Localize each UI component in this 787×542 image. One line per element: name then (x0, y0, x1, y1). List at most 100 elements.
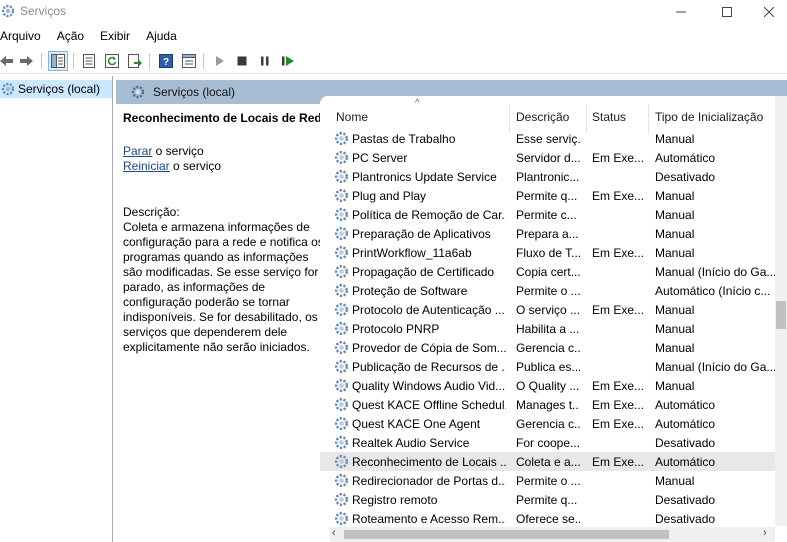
service-description-cell: Esse serviç... (516, 132, 580, 146)
table-row[interactable]: Quality Windows Audio Vid... O Quality ..… (320, 376, 775, 395)
help-button[interactable]: ? (156, 51, 176, 71)
table-row[interactable]: Reconhecimento de Locais ... Coleta e a..… (320, 452, 775, 471)
window-title: Serviços (20, 4, 67, 18)
column-description[interactable]: Descrição (511, 110, 586, 128)
restart-service-link[interactable]: Reiniciar (123, 159, 170, 173)
horizontal-scrollbar[interactable]: ‹ › (330, 527, 775, 542)
service-gear-icon (334, 340, 349, 355)
service-startup-cell: Manual (655, 379, 695, 393)
table-row[interactable]: Preparação de Aplicativos Prepara a... Man… (320, 224, 775, 243)
service-description-cell: Prepara a... (516, 227, 579, 241)
scroll-left-icon[interactable]: ‹ (332, 527, 336, 539)
maximize-button[interactable] (704, 0, 750, 24)
pause-service-button[interactable] (255, 51, 275, 71)
menu-bar: Arquivo Ação Exibir Ajuda (0, 26, 787, 46)
selected-service-name: Reconhecimento de Locais de Rede (123, 111, 323, 125)
tree-node-services-local[interactable]: Serviços (local) (0, 80, 112, 98)
table-row[interactable]: Registro remoto Permite q... Desativado (320, 490, 775, 509)
table-row[interactable]: Plantronics Update Service Plantronic... D… (320, 167, 775, 186)
service-name-cell: Roteamento e Acesso Rem... (352, 512, 506, 526)
table-row[interactable]: Pastas de Trabalho Esse serviç... Manual (320, 129, 775, 148)
toolbar: ? (0, 48, 787, 74)
table-row[interactable]: Realtek Audio Service For coope... Desativ… (320, 433, 775, 452)
service-description-cell: Gerencia c... (516, 417, 580, 431)
service-name-cell: Registro remoto (352, 493, 438, 507)
table-row[interactable]: Proteção de Software Permite o ... Automát… (320, 281, 775, 300)
service-gear-icon (334, 416, 349, 431)
export-list-button[interactable] (125, 51, 145, 71)
back-button[interactable] (0, 51, 16, 71)
menu-ajuda[interactable]: Ajuda (146, 26, 185, 46)
stop-service-link[interactable]: Parar (123, 144, 152, 158)
properties-button[interactable] (79, 51, 99, 71)
service-gear-icon (334, 302, 349, 317)
service-description-cell: Permite q... (516, 493, 578, 507)
service-startup-cell: Manual (655, 246, 695, 260)
service-startup-cell: Desativado (655, 436, 716, 450)
table-row[interactable]: Plug and Play Permite q... Em Exe... Manual (320, 186, 775, 205)
scroll-right-icon[interactable]: › (763, 527, 767, 539)
gear-icon (1, 82, 15, 96)
table-row[interactable]: Propagação de Certificado Copia cert... Ma… (320, 262, 775, 281)
forward-button[interactable] (17, 51, 37, 71)
service-gear-icon (334, 169, 349, 184)
service-startup-cell: Desativado (655, 170, 716, 184)
menu-acao[interactable]: Ação (57, 26, 92, 46)
service-description-cell: Oferece se... (516, 512, 580, 526)
table-row[interactable]: Protocolo PNRP Habilita a ... Manual (320, 319, 775, 338)
service-startup-cell: Manual (655, 303, 695, 317)
restart-suffix: o serviço (169, 159, 222, 173)
table-row[interactable]: Roteamento e Acesso Rem... Oferece se... D… (320, 509, 775, 528)
gear-icon (131, 85, 145, 99)
service-startup-cell: Automático (655, 455, 716, 469)
service-description-cell: Permite o ... (516, 284, 580, 298)
minimize-button[interactable] (658, 0, 704, 24)
menu-arquivo[interactable]: Arquivo (0, 26, 49, 46)
service-startup-cell: Manual (655, 189, 695, 203)
horizontal-scroll-thumb[interactable] (344, 530, 669, 539)
service-description-cell: O serviço ... (516, 303, 580, 317)
service-description-cell: Copia cert... (516, 265, 580, 279)
table-row[interactable]: Quest KACE One Agent Gerencia c... Em Exe.… (320, 414, 775, 433)
start-service-button[interactable] (210, 51, 230, 71)
service-description-cell: Publica es... (516, 360, 580, 374)
service-name-cell: Protocolo de Autenticação ... (352, 303, 505, 317)
action-pane-button[interactable] (179, 51, 199, 71)
table-row[interactable]: PrintWorkflow_11a6ab Fluxo de T... Em Exe.… (320, 243, 775, 262)
service-startup-cell: Desativado (655, 493, 716, 507)
column-startup-type[interactable]: Tipo de Inicialização (650, 110, 775, 128)
table-row[interactable]: Quest KACE Offline Schedul... Manages t..… (320, 395, 775, 414)
table-row[interactable]: Política de Remoção de Car... Permite c..… (320, 205, 775, 224)
vertical-scrollbar[interactable] (775, 96, 787, 526)
table-row[interactable]: PC Server Servidor d... Em Exe... Automátic… (320, 148, 775, 167)
table-row[interactable]: Provedor de Cópia de Som... Gerencia c...… (320, 338, 775, 357)
service-startup-cell: Manual (655, 132, 695, 146)
service-name-cell: Pastas de Trabalho (352, 132, 456, 146)
close-button[interactable] (750, 0, 787, 24)
service-name-cell: Redirecionador de Portas d... (352, 474, 506, 488)
service-description-cell: Plantronic... (516, 170, 580, 184)
service-status-cell: Em Exe... (592, 398, 645, 412)
menu-exibir[interactable]: Exibir (100, 26, 138, 46)
service-status-cell: Em Exe... (592, 379, 645, 393)
show-hide-console-tree-button[interactable] (48, 51, 68, 71)
table-row[interactable]: Redirecionador de Portas d... Permite o .… (320, 471, 775, 490)
service-description-cell: Permite q... (516, 189, 578, 203)
stop-service-button[interactable] (232, 51, 252, 71)
service-name-cell: Proteção de Software (352, 284, 468, 298)
service-startup-cell: Automático (655, 398, 716, 412)
column-status[interactable]: Status (587, 110, 648, 128)
column-name[interactable]: Nome (331, 110, 509, 128)
service-gear-icon (334, 226, 349, 241)
table-row[interactable]: Publicação de Recursos de ... Publica es.… (320, 357, 775, 376)
service-gear-icon (334, 283, 349, 298)
table-row[interactable]: Protocolo de Autenticação ... O serviço .… (320, 300, 775, 319)
service-startup-cell: Manual (655, 341, 695, 355)
refresh-button[interactable] (102, 51, 122, 71)
service-gear-icon (334, 359, 349, 374)
close-icon (763, 7, 774, 17)
service-description-cell: Gerencia c... (516, 341, 580, 355)
vertical-scroll-thumb[interactable] (776, 301, 786, 329)
service-name-cell: Quest KACE Offline Schedul... (352, 398, 506, 412)
restart-service-button[interactable] (278, 51, 298, 71)
